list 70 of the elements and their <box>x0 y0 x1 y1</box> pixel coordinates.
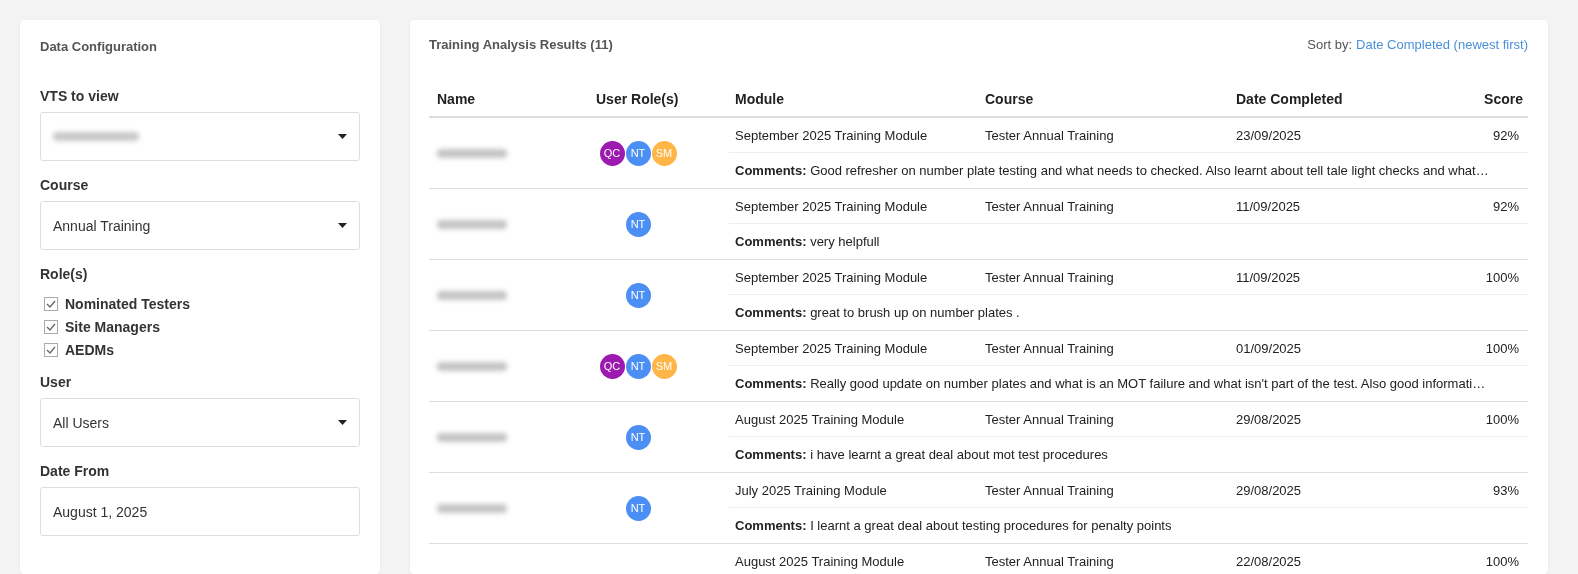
role-badge: SM <box>651 140 677 166</box>
module-cell: September 2025 Training Module <box>729 331 979 366</box>
sort-label: Sort by: <box>1307 37 1353 52</box>
score-cell: 100% <box>1408 402 1528 437</box>
checkbox[interactable] <box>44 297 58 311</box>
role-badge: NT <box>625 353 651 379</box>
caret-icon <box>338 420 347 425</box>
role-badge: QC <box>599 140 625 166</box>
course-cell: Tester Annual Training <box>979 402 1230 437</box>
module-cell: July 2025 Training Module <box>729 473 979 508</box>
role-checkbox[interactable]: Nominated Testers <box>44 296 190 312</box>
role-checkbox[interactable]: Site Managers <box>44 319 160 335</box>
column-header: User Role(s) <box>596 91 680 107</box>
dropdown[interactable]: Annual Training <box>40 201 360 250</box>
course-cell: Tester Annual Training <box>979 544 1230 574</box>
caret-icon <box>338 223 347 228</box>
score-cell: 93% <box>1408 473 1528 508</box>
date-cell: 29/08/2025 <box>1230 402 1408 437</box>
course-cell: Tester Annual Training <box>979 331 1230 366</box>
module-cell: September 2025 Training Module <box>729 189 979 224</box>
dropdown[interactable]: All Users <box>40 398 360 447</box>
role-badge: NT <box>625 495 651 521</box>
role-badge: NT <box>625 282 651 308</box>
comment-text: Comments: i have learnt a great deal about mot test procedures <box>735 447 1108 462</box>
comment-text: Comments: great to brush up on number plates . <box>735 305 1020 320</box>
date-cell: 23/09/2025 <box>1230 118 1408 153</box>
comment-text: Comments: Really good update on number plates and what is an MOT failure and what isn't part of the test. Also good informati… <box>735 376 1486 391</box>
checkbox[interactable] <box>44 343 58 357</box>
comment-text: Comments: I learnt a great deal about testing procedures for penalty points <box>735 518 1172 533</box>
role-badge: NT <box>625 424 651 450</box>
module-cell: September 2025 Training Module <box>729 118 979 153</box>
module-cell: August 2025 Training Module <box>729 402 979 437</box>
field-label: VTS to view <box>40 88 119 104</box>
date-field[interactable]: August 1, 2025 <box>40 487 360 536</box>
column-header: Date Completed <box>1235 91 1344 107</box>
score-cell: 92% <box>1408 118 1528 153</box>
role-badge: NT <box>625 140 651 166</box>
module-cell: August 2025 Training Module <box>729 544 979 574</box>
course-cell: Tester Annual Training <box>979 118 1230 153</box>
date-cell: 01/09/2025 <box>1230 331 1408 366</box>
field-label: Role(s) <box>40 266 88 282</box>
comment-text: Comments: very helpfull <box>735 234 880 249</box>
role-badge: SM <box>651 353 677 379</box>
caret-icon <box>338 134 347 139</box>
role-badge: QC <box>599 353 625 379</box>
course-cell: Tester Annual Training <box>979 260 1230 295</box>
panel-title: Training Analysis Results (11) <box>429 37 613 52</box>
course-cell: Tester Annual Training <box>979 473 1230 508</box>
column-header: Name <box>436 91 477 107</box>
score-cell: 100% <box>1408 544 1528 574</box>
panel-title: Data Configuration <box>40 39 157 54</box>
field-label: Date From <box>40 463 110 479</box>
column-header: Module <box>734 91 785 107</box>
course-cell: Tester Annual Training <box>979 189 1230 224</box>
score-cell: 100% <box>1408 260 1528 295</box>
date-cell: 11/09/2025 <box>1230 189 1408 224</box>
comment-text: Comments: Good refresher on number plate testing and what needs to checked. Also learnt about tell tale light checks and what… <box>735 163 1489 178</box>
role-checkbox[interactable]: AEDMs <box>44 342 114 358</box>
role-badge: NT <box>625 211 651 237</box>
column-header: Course <box>984 91 1035 107</box>
score-cell: 100% <box>1408 331 1528 366</box>
column-header: Score <box>1484 91 1524 107</box>
date-cell: 22/08/2025 <box>1230 544 1408 574</box>
score-cell: 92% <box>1408 189 1528 224</box>
date-cell: 11/09/2025 <box>1230 260 1408 295</box>
date-cell: 29/08/2025 <box>1230 473 1408 508</box>
module-cell: September 2025 Training Module <box>729 260 979 295</box>
checkbox[interactable] <box>44 320 58 334</box>
field-label: User <box>40 374 72 390</box>
field-label: Course <box>40 177 89 193</box>
